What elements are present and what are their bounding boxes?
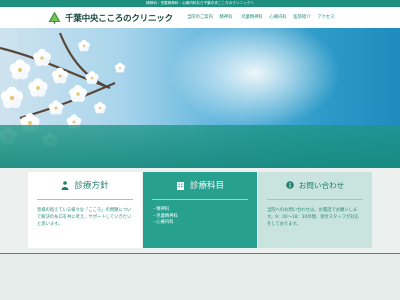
person-icon <box>61 180 69 190</box>
site-header: 千葉中央こころのクリニック 当院のご案内 精神科 児童精神科 心療内科 医院紹介… <box>0 7 400 28</box>
top-banner-text: 精神科・児童精神科・心療内科なら千葉中央こころのクリニックへ <box>146 1 254 5</box>
policy-card-header: 診療方針 <box>37 179 133 191</box>
divider <box>37 199 133 200</box>
site-logo[interactable]: 千葉中央こころのクリニック <box>48 11 173 24</box>
policy-card[interactable]: 診療方針 皆様の抱えている様々な「こころ」の問題について解決の糸口を共に考え、サ… <box>28 172 142 248</box>
department-item[interactable]: 精神科 <box>152 207 248 214</box>
nav-about[interactable]: 医院紹介 <box>290 14 314 20</box>
main-nav: 当院のご案内 精神科 児童精神科 心療内科 医院紹介 アクセス <box>186 14 338 20</box>
policy-card-title: 診療方針 <box>74 181 109 191</box>
divider <box>267 199 363 200</box>
policy-card-text: 皆様の抱えている様々な「こころ」の問題について解決の糸口を共に考え、サポートして… <box>37 208 132 227</box>
departments-card-header: 診療科目 <box>152 179 248 191</box>
building-icon <box>176 181 184 190</box>
top-banner: 精神科・児童精神科・心療内科なら千葉中央こころのクリニックへ <box>0 0 400 7</box>
department-item[interactable]: 心療内科 <box>152 220 248 227</box>
info-icon <box>285 181 294 189</box>
contact-card[interactable]: お問い合わせ 当院へのお問い合わせは、お電話でお願いします。9：00～18：30… <box>258 172 372 248</box>
divider <box>152 199 248 200</box>
tree-logo-icon <box>48 11 61 24</box>
contact-card-title: お問い合わせ <box>298 180 345 190</box>
contact-card-header: お問い合わせ <box>267 179 363 191</box>
nav-child-psychiatry[interactable]: 児童精神科 <box>238 14 266 20</box>
hero-overlay-band <box>0 125 400 168</box>
nav-access[interactable]: アクセス <box>314 14 338 20</box>
hero-image <box>0 28 400 168</box>
departments-card[interactable]: 診療科目 精神科 児童精神科 心療内科 <box>143 172 257 248</box>
departments-card-title: 診療科目 <box>189 181 224 191</box>
contact-card-text: 当院へのお問い合わせは、お電話でお願いします。9：00～18：30の間、受付スタ… <box>267 208 359 227</box>
nav-psychiatry[interactable]: 精神科 <box>214 14 238 20</box>
site-name: 千葉中央こころのクリニック <box>65 13 173 24</box>
nav-guide[interactable]: 当院のご案内 <box>186 14 214 20</box>
nav-psychosomatic[interactable]: 心療内科 <box>266 14 290 20</box>
departments-list: 精神科 児童精神科 心療内科 <box>152 207 248 227</box>
page-bottom-area <box>0 254 400 300</box>
